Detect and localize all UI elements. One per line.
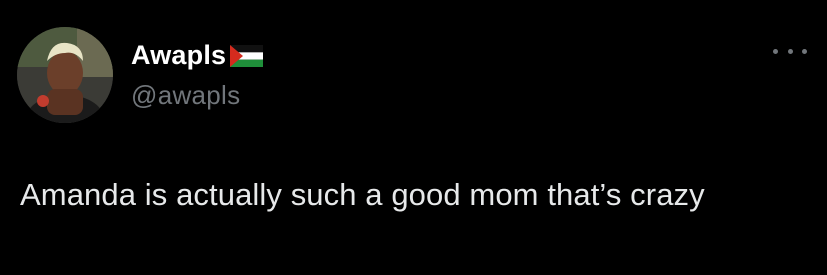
palestine-flag-icon [230,45,264,67]
user-name-row[interactable]: Awapls [131,38,264,72]
more-horizontal-icon-dot [787,48,793,54]
more-options-button[interactable] [773,40,807,62]
display-name[interactable]: Awapls [131,40,226,71]
user-handle[interactable]: @awapls [131,80,240,111]
avatar-image [17,27,113,123]
avatar[interactable] [17,27,113,123]
tweet-text: Amanda is actually such a good mom that’… [20,177,705,212]
more-horizontal-icon [773,48,778,54]
tweet-card[interactable]: Awapls @awapls Amanda is actually such a… [0,0,827,275]
more-horizontal-icon-dot [802,48,807,54]
